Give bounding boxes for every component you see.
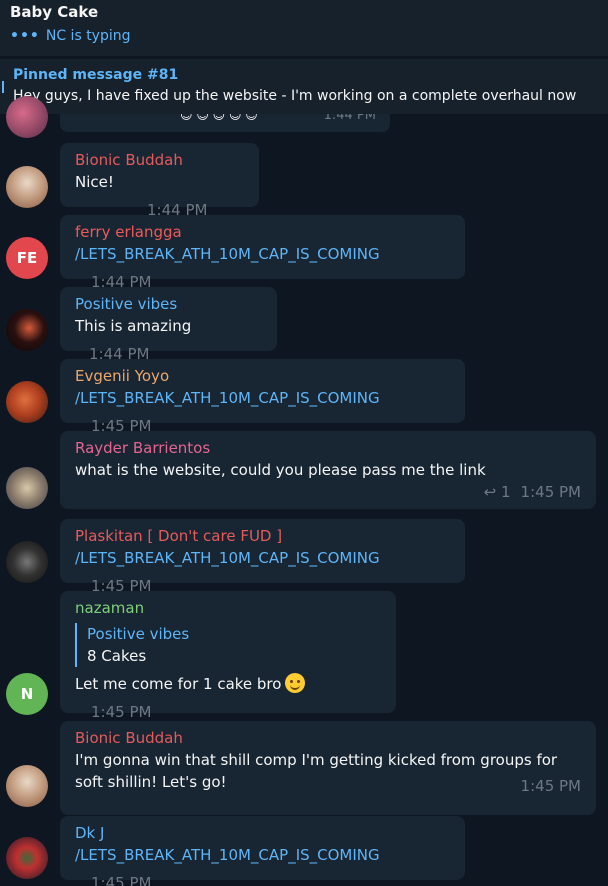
sender-name[interactable]: Positive vibes (75, 293, 262, 315)
message-text: /LETS_BREAK_ATH_10M_CAP_IS_COMING1:44 PM (75, 243, 450, 291)
message-bubble[interactable]: Bionic Buddah Nice!1:44 PM (60, 143, 259, 219)
command-link[interactable]: /LETS_BREAK_ATH_10M_CAP_IS_COMING (75, 549, 380, 567)
message-list[interactable]: 😊 😊 😊 😊 😊 1:44 PM Bionic Buddah Nice!1:4… (0, 96, 608, 886)
message-time: 1:44 PM (323, 114, 376, 123)
message-meta: ↩ 1 1:45 PM (75, 483, 581, 501)
message-bubble[interactable]: Positive vibes This is amazing1:44 PM (60, 287, 277, 363)
message-body: This is amazing (75, 317, 192, 335)
avatar[interactable] (6, 837, 48, 879)
quote-text: 8 Cakes (87, 647, 147, 665)
message-bubble[interactable]: nazaman Positive vibes 8 Cakes Let me co… (60, 591, 396, 721)
sender-name[interactable]: Dk J (75, 822, 450, 844)
avatar[interactable] (6, 765, 48, 807)
message-body: Nice! (75, 173, 114, 191)
message-bubble[interactable]: Plaskitan [ Don't care FUD ] /LETS_BREAK… (60, 519, 465, 595)
avatar[interactable] (6, 309, 48, 351)
pinned-title: Pinned message #81 (13, 67, 179, 83)
avatar-initials: N (20, 685, 34, 703)
pinned-text: Hey guys, I have fixed up the website - … (13, 88, 577, 104)
message-body: soft shillin! Let's go! (75, 773, 227, 791)
sender-name[interactable]: Evgenii Yoyo (75, 365, 450, 387)
avatar[interactable] (6, 541, 48, 583)
sender-name[interactable]: nazaman (75, 597, 381, 619)
message-body: what is the website, could you please pa… (75, 461, 486, 479)
avatar-initials: FE (16, 249, 38, 267)
smile-emoji-icon (285, 673, 306, 693)
avatar[interactable]: N (6, 673, 48, 715)
message-bubble[interactable]: Bionic Buddah I'm gonna win that shill c… (60, 721, 596, 815)
message-text: /LETS_BREAK_ATH_10M_CAP_IS_COMING1:45 PM (75, 547, 450, 595)
avatar[interactable] (6, 96, 48, 138)
message-text: /LETS_BREAK_ATH_10M_CAP_IS_COMING 1:45 PM (75, 844, 450, 886)
sender-name[interactable]: Rayder Barrientos (75, 437, 581, 459)
avatar[interactable] (6, 381, 48, 423)
reply-arrow-icon: ↩ (483, 483, 497, 501)
quote-sender: Positive vibes (87, 625, 190, 643)
message-text: Let me come for 1 cake bro 1:45 PM (75, 673, 381, 721)
typing-text: NC is typing (45, 28, 131, 44)
message-text: This is amazing1:44 PM (75, 315, 262, 363)
avatar[interactable]: FE (6, 237, 48, 279)
replies-indicator[interactable]: ↩ 1 (484, 483, 511, 501)
sender-name[interactable]: ferry erlangga (75, 221, 450, 243)
sender-name[interactable]: Plaskitan [ Don't care FUD ] (75, 525, 450, 547)
message-time: 1:45 PM (91, 874, 152, 886)
pinned-message-bar[interactable]: Pinned message #81 Hey guys, I have fixe… (0, 58, 608, 114)
message-bubble-partial[interactable]: 😊 😊 😊 😊 😊 1:44 PM (60, 114, 390, 132)
avatar[interactable] (6, 467, 48, 509)
pinned-indicator (2, 81, 4, 93)
avatar[interactable] (6, 166, 48, 208)
message-bubble[interactable]: Dk J /LETS_BREAK_ATH_10M_CAP_IS_COMING 1:… (60, 816, 465, 886)
message-text: /LETS_BREAK_ATH_10M_CAP_IS_COMING1:45 PM (75, 387, 450, 435)
message-body: Let me come for 1 cake bro (75, 675, 282, 693)
emoji-row: 😊 😊 😊 😊 😊 (180, 114, 258, 122)
command-link[interactable]: /LETS_BREAK_ATH_10M_CAP_IS_COMING (75, 389, 380, 407)
message-time: 1:45 PM (91, 703, 152, 721)
message-bubble[interactable]: ferry erlangga /LETS_BREAK_ATH_10M_CAP_I… (60, 215, 465, 291)
reply-count: 1 (501, 483, 511, 501)
reply-quote[interactable]: Positive vibes 8 Cakes (75, 623, 381, 667)
chat-header[interactable]: Baby Cake ••• NC is typing (0, 0, 608, 56)
sender-name[interactable]: Bionic Buddah (75, 149, 244, 171)
message-body-line: I'm gonna win that shill comp I'm gettin… (75, 751, 558, 769)
message-body-line: soft shillin! Let's go! 1:45 PM (75, 771, 581, 795)
message-bubble[interactable]: Rayder Barrientos what is the website, c… (60, 431, 596, 509)
message-time: 1:45 PM (520, 483, 581, 501)
typing-dots-icon: ••• (10, 28, 40, 44)
message-bubble[interactable]: Evgenii Yoyo /LETS_BREAK_ATH_10M_CAP_IS_… (60, 359, 465, 435)
message-text: Nice!1:44 PM (75, 171, 244, 219)
command-link[interactable]: /LETS_BREAK_ATH_10M_CAP_IS_COMING (75, 846, 380, 864)
typing-status: ••• NC is typing (10, 25, 598, 47)
chat-title: Baby Cake (10, 3, 99, 21)
command-link[interactable]: /LETS_BREAK_ATH_10M_CAP_IS_COMING (75, 245, 380, 263)
sender-name[interactable]: Bionic Buddah (75, 727, 581, 749)
message-time: 1:45 PM (520, 777, 581, 795)
